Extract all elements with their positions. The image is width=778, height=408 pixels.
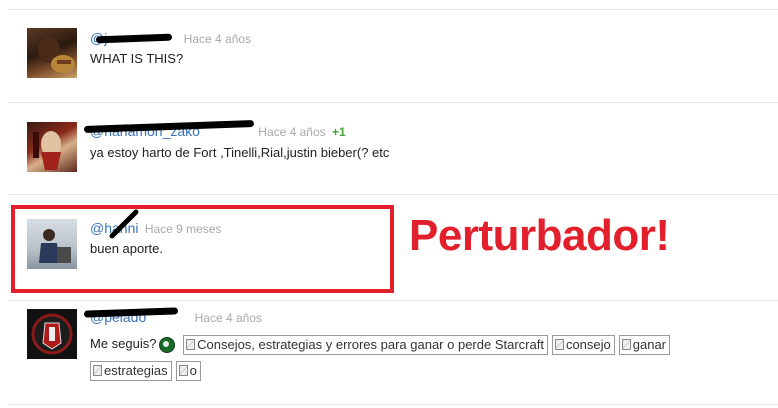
avatar[interactable] xyxy=(27,309,77,359)
timestamp: Hace 4 años xyxy=(194,311,262,325)
avatar[interactable] xyxy=(27,122,77,172)
avatar-image xyxy=(31,313,73,355)
smiley-icon xyxy=(159,336,176,353)
broken-image[interactable]: estrategias xyxy=(90,360,172,381)
timestamp: Hace 4 años xyxy=(258,125,326,139)
divider xyxy=(8,102,778,103)
avatar-image xyxy=(38,37,75,73)
broken-image-icon xyxy=(554,338,564,350)
broken-image-icon xyxy=(621,338,631,350)
timestamp: Hace 4 años xyxy=(183,32,252,46)
broken-image[interactable]: ganar xyxy=(618,334,671,355)
comment-text: WHAT IS THIS? xyxy=(90,51,184,66)
broken-image-icon xyxy=(93,364,102,376)
broken-image[interactable]: o xyxy=(175,360,201,381)
comment-text: Me seguis? Consejos, estrategias y error… xyxy=(90,331,690,383)
broken-image[interactable]: Consejos, estrategias y errores para gan… xyxy=(183,334,548,355)
comment-text-prefix: Me seguis? xyxy=(90,336,157,351)
divider xyxy=(8,300,778,301)
divider xyxy=(8,404,778,405)
divider xyxy=(8,9,778,10)
highlight-box xyxy=(11,205,394,293)
annotation-text: Perturbador! xyxy=(409,211,670,260)
divider xyxy=(8,194,778,195)
broken-image[interactable]: consejo xyxy=(551,334,615,355)
comment-text: ya estoy harto de Fort ,Tinelli,Rial,jus… xyxy=(90,145,390,160)
broken-image-icon xyxy=(186,338,196,350)
broken-image-icon xyxy=(178,364,188,376)
avatar-image xyxy=(33,131,61,170)
avatar[interactable] xyxy=(27,28,77,78)
vote-count: +1 xyxy=(332,125,346,139)
